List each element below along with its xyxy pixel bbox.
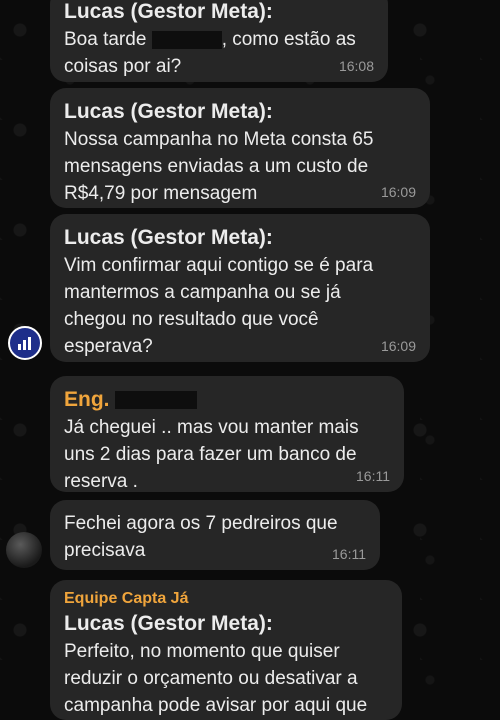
message-time: 16:09: [380, 184, 416, 200]
message-sender: Lucas (Gestor Meta):: [64, 100, 273, 123]
message-time: 16:09: [380, 338, 416, 354]
message-sender: Lucas (Gestor Meta):: [64, 226, 273, 249]
message-bubble-4[interactable]: Eng. Já cheguei .. mas vou manter mais u…: [50, 376, 404, 492]
message-bubble-6[interactable]: Equipe Capta Já Lucas (Gestor Meta): Per…: [50, 580, 402, 720]
message-text: Perfeito, no momento que quiser reduzir …: [64, 641, 368, 716]
message-text: Já cheguei .. mas vou manter mais uns 2 …: [64, 417, 359, 492]
profile-photo-icon[interactable]: [6, 532, 42, 568]
message-bubble-5[interactable]: Fechei agora os 7 pedreiros que precisav…: [50, 500, 380, 570]
message-time: 16:11: [332, 546, 366, 562]
message-bubble-2[interactable]: Lucas (Gestor Meta): Nossa campanha no M…: [50, 88, 430, 208]
message-sender: Lucas (Gestor Meta):: [64, 0, 273, 23]
redaction-block: [115, 391, 198, 410]
bar-chart-icon: [18, 337, 31, 350]
message-time: 16:11: [356, 468, 390, 484]
message-text: Vim confirmar aqui contigo se é para man…: [64, 255, 374, 357]
message-time: 16:08: [338, 58, 374, 74]
redaction-block: [151, 30, 222, 49]
message-text: Nossa campanha no Meta consta 65 mensage…: [64, 129, 374, 204]
message-sender: Lucas (Gestor Meta):: [64, 612, 273, 635]
chart-logo-icon[interactable]: [8, 326, 42, 360]
group-name: Equipe Capta Já: [64, 590, 189, 607]
message-sender: Eng.: [64, 386, 390, 414]
message-text: Boa tarde , como estão as coisas por ai?: [64, 29, 356, 77]
message-bubble-1[interactable]: Lucas (Gestor Meta): Boa tarde , como es…: [50, 0, 388, 82]
message-text: Fechei agora os 7 pedreiros que precisav…: [64, 513, 338, 561]
message-bubble-3[interactable]: Lucas (Gestor Meta): Vim confirmar aqui …: [50, 214, 430, 362]
